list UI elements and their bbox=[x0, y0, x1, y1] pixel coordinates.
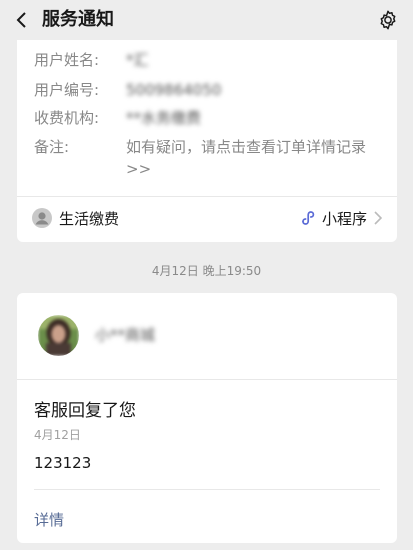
bill-card[interactable]: 用户姓名: *汇 用户编号: 5009864050 收费机构: **水务缴费 备… bbox=[17, 36, 397, 242]
service-source[interactable]: 生活缴费 bbox=[32, 207, 119, 229]
divider bbox=[34, 489, 380, 490]
page-title: 服务通知 bbox=[42, 9, 114, 30]
row-value: 如有疑问，请点击查看订单详情记录>> bbox=[126, 138, 367, 178]
message-title: 客服回复了您 bbox=[34, 401, 136, 421]
settings-gear-icon[interactable] bbox=[377, 9, 399, 31]
row-value: **水务缴费 bbox=[126, 109, 202, 127]
divider bbox=[17, 196, 397, 197]
mini-program-link[interactable]: 小程序 bbox=[300, 207, 383, 229]
row-value: *汇 bbox=[126, 51, 149, 69]
mini-program-icon bbox=[302, 211, 315, 225]
row-label: 用户编号: bbox=[34, 81, 100, 99]
message-card[interactable]: 小**商城 客服回复了您 4月12日 123123 详情 bbox=[17, 293, 397, 543]
sender-name: 小**商城 bbox=[95, 326, 156, 344]
mini-program-label: 小程序 bbox=[321, 209, 367, 228]
divider bbox=[17, 379, 397, 380]
row-label: 收费机构: bbox=[34, 109, 100, 127]
sender-avatar[interactable] bbox=[38, 315, 79, 356]
back-arrow-icon[interactable] bbox=[12, 10, 32, 30]
message-body: 123123 bbox=[34, 454, 92, 472]
service-name: 生活缴费 bbox=[59, 209, 120, 228]
row-label: 备注: bbox=[34, 138, 70, 156]
top-bar: 服务通知 bbox=[0, 0, 413, 40]
row-label: 用户姓名: bbox=[34, 51, 100, 69]
details-link[interactable]: 详情 bbox=[34, 509, 64, 530]
chevron-right-icon bbox=[374, 211, 383, 225]
row-value: 5009864050 bbox=[126, 81, 222, 99]
message-timestamp: 4月12日 晚上19:50 bbox=[151, 264, 262, 278]
avatar-photo-icon bbox=[38, 315, 79, 356]
person-avatar-icon bbox=[32, 208, 52, 228]
message-date: 4月12日 bbox=[34, 428, 81, 442]
